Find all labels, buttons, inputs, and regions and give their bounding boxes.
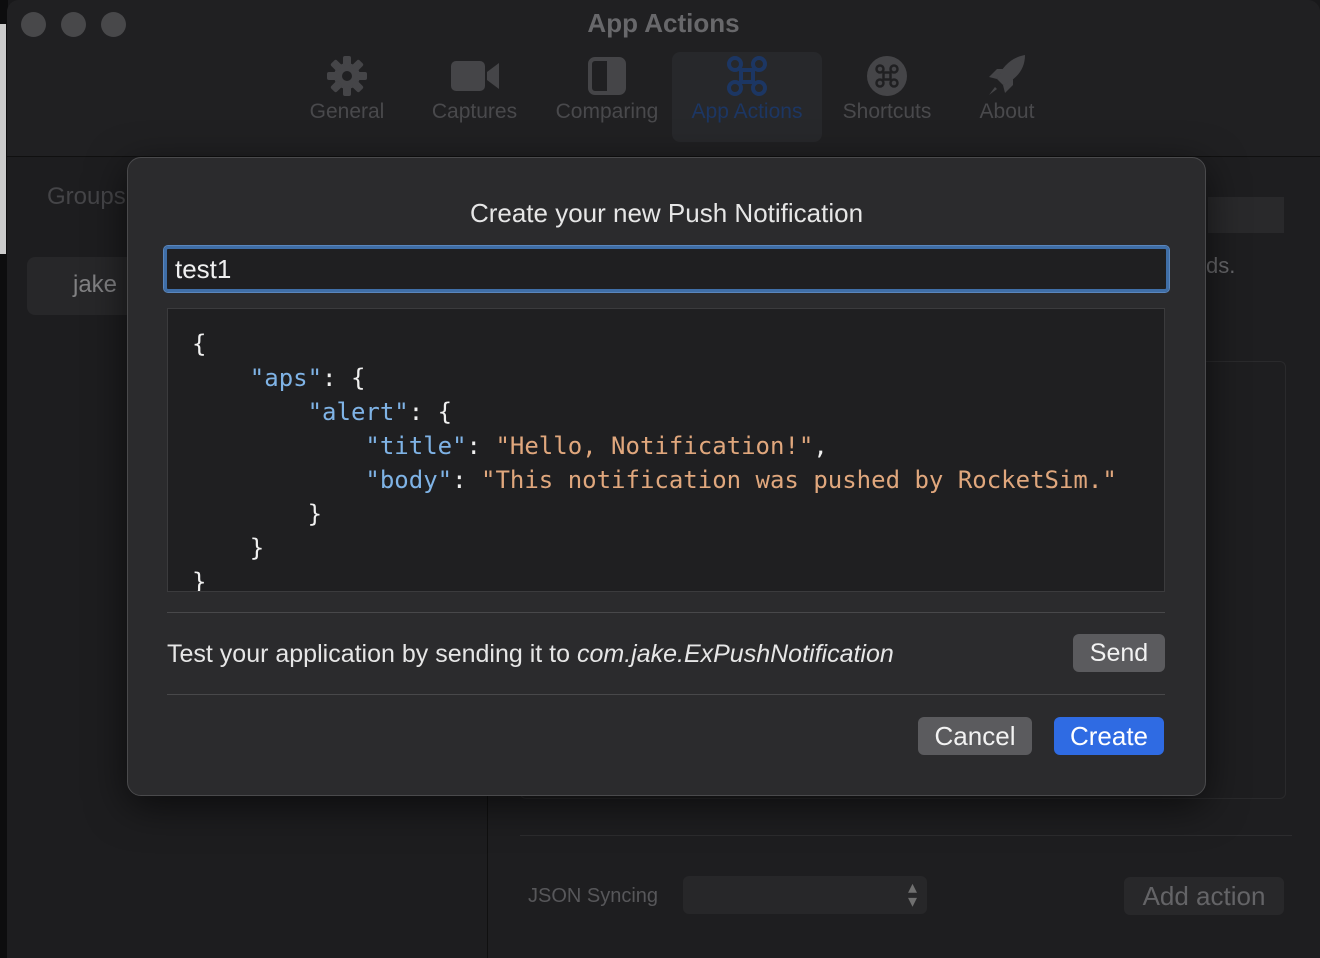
send-button[interactable]: Send: [1073, 634, 1165, 672]
json-key-aps: "aps": [249, 364, 323, 392]
json-key-alert: "alert": [307, 398, 409, 426]
json-key-title: "title": [365, 432, 467, 460]
divider: [167, 694, 1165, 695]
json-value-title: "Hello, Notification!": [495, 432, 814, 460]
push-notification-dialog: Create your new Push Notification { "aps…: [127, 157, 1206, 796]
bundle-identifier: com.jake.ExPushNotification: [576, 640, 894, 668]
test-instructions: Test your application by sending it to c…: [167, 640, 894, 669]
create-button[interactable]: Create: [1054, 717, 1164, 755]
json-value-body: "This notification was pushed by RocketS…: [481, 466, 1117, 494]
json-key-body: "body": [365, 466, 453, 494]
payload-code: { "aps": { "alert": { "title": "Hello, N…: [192, 330, 1117, 592]
dialog-title: Create your new Push Notification: [469, 198, 864, 228]
divider: [167, 612, 1165, 613]
payload-editor[interactable]: { "aps": { "alert": { "title": "Hello, N…: [167, 308, 1165, 592]
test-text: Test your application by sending it to: [167, 640, 577, 668]
notification-name-input[interactable]: [163, 245, 1170, 293]
cancel-button[interactable]: Cancel: [918, 717, 1032, 755]
